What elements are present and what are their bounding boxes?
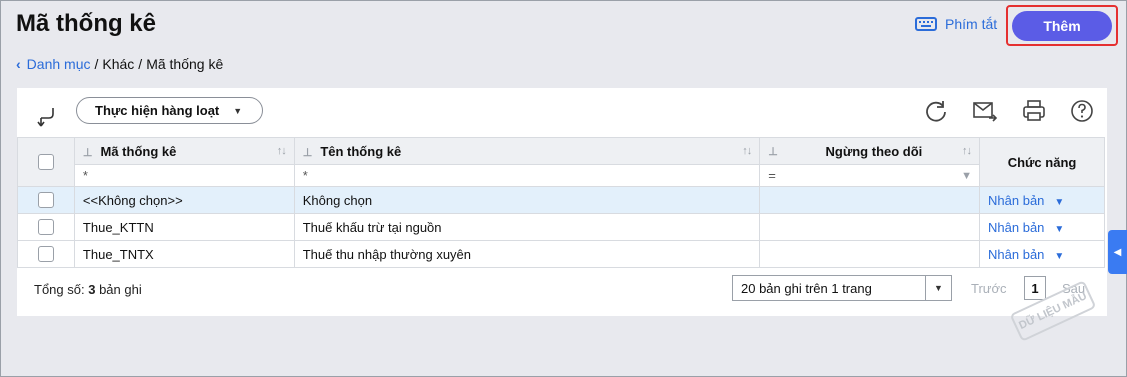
chevron-left-icon[interactable]: ‹ [16,56,21,72]
breadcrumb-separator: / [138,56,143,72]
filter-operator[interactable]: = [768,168,776,183]
column-header-code[interactable]: ⊥ Mã thống kê ↑↓ [73,137,295,165]
filter-operator[interactable]: * [303,168,308,183]
row-checkbox[interactable] [37,246,54,263]
cell-name: Không chọn [293,186,761,214]
batch-action-label: Thực hiện hàng loạt [95,103,220,118]
breadcrumb-middle: Khác [102,56,135,72]
row-action-label: Nhân bản [988,219,1045,235]
arrow-down-left-icon[interactable] [37,106,57,128]
pin-icon[interactable]: ⊥ [303,147,313,159]
sort-icon[interactable]: ↑↓ [962,145,972,157]
breadcrumb-separator: / [94,56,99,72]
cell-inactive [759,213,981,241]
row-action-button[interactable]: Nhân bản ▼ [979,213,1105,241]
column-label-name: Tên thống kê [320,143,402,159]
filter-name[interactable]: * [293,164,761,187]
shortcut-label: Phím tắt [945,16,998,32]
column-header-inactive[interactable]: ⊥ Ngừng theo dõi ↑↓ [759,137,981,165]
page-size-value: 20 bản ghi trên 1 trang [741,280,872,296]
total-count: 3 [88,282,96,297]
select-all-checkbox[interactable] [37,154,54,171]
list-panel: Thực hiện hàng loạt ▼ ⊥ Mã thống kê ↑↓ ⊥… [17,88,1107,316]
keyboard-icon [915,17,937,31]
refresh-icon[interactable] [923,98,949,124]
pin-icon[interactable]: ⊥ [768,145,778,158]
breadcrumb-root-link[interactable]: Danh mục [27,56,91,72]
sort-icon[interactable]: ↑↓ [277,145,287,157]
caret-down-icon[interactable]: ▼ [925,276,951,300]
column-header-name[interactable]: ⊥ Tên thống kê ↑↓ [293,137,761,165]
filter-operator[interactable]: * [83,168,88,183]
data-table: ⊥ Mã thống kê ↑↓ ⊥ Tên thống kê ↑↓ ⊥ Ngừng th… [17,137,1105,268]
row-checkbox[interactable] [37,192,54,209]
help-icon[interactable] [1069,98,1095,124]
table-row[interactable]: Thue_TNTX Thuế thu nhập thường xuyên Nhâ… [17,240,1105,268]
prev-page-button[interactable]: Trước [971,281,1007,296]
breadcrumb-current: Mã thống kê [146,56,224,72]
row-action-label: Nhân bản [988,246,1045,262]
shortcut-link[interactable]: Phím tắt [915,16,997,32]
column-header-actions: Chức năng [979,137,1105,187]
select-all-cell [17,137,75,187]
row-action-label: Nhân bản [988,192,1045,208]
print-icon[interactable] [1021,98,1047,124]
filter-inactive[interactable]: = ▼ [759,164,981,187]
cell-name: Thuế khấu trừ tại nguồn [293,213,761,241]
page-title: Mã thống kê [16,10,157,37]
row-select-cell [17,186,75,214]
row-select-cell [17,240,75,268]
caret-down-icon[interactable]: ▼ [1054,224,1064,235]
cell-inactive [759,240,981,268]
side-panel-toggle[interactable]: ◀ [1108,230,1127,274]
column-label-inactive: Ngừng theo dõi [825,143,923,159]
row-select-cell [17,213,75,241]
cell-code: Thue_TNTX [73,240,295,268]
caret-down-icon[interactable]: ▼ [1054,251,1064,262]
add-button-highlight: Thêm [1006,5,1118,46]
mail-send-icon[interactable] [972,98,998,124]
total-suffix: bản ghi [99,282,142,297]
page-size-select[interactable]: 20 bản ghi trên 1 trang ▼ [732,275,952,301]
total-prefix: Tổng số: [34,282,85,297]
cell-name: Thuế thu nhập thường xuyên [293,240,761,268]
caret-down-icon: ▼ [233,105,243,116]
sort-icon[interactable]: ↑↓ [742,145,752,157]
table-row[interactable]: Thue_KTTN Thuế khấu trừ tại nguồn Nhân b… [17,213,1105,241]
record-total: Tổng số: 3 bản ghi [34,282,142,297]
table-header-row: ⊥ Mã thống kê ↑↓ ⊥ Tên thống kê ↑↓ ⊥ Ngừng th… [17,137,1105,187]
table-row[interactable]: <<Không chọn>> Không chọn Nhân bản ▼ [17,186,1105,214]
caret-left-icon: ◀ [1113,246,1122,258]
column-label-code: Mã thống kê [100,143,177,159]
cell-code: <<Không chọn>> [73,186,295,214]
filter-code[interactable]: * [73,164,295,187]
page-number[interactable]: 1 [1024,276,1046,300]
row-action-button[interactable]: Nhân bản ▼ [979,240,1105,268]
add-button[interactable]: Thêm [1012,10,1112,41]
table-filter-row: * * = ▼ [18,164,1105,187]
caret-down-icon[interactable]: ▼ [961,170,972,182]
breadcrumb: ‹ Danh mục / Khác / Mã thống kê [16,56,223,72]
row-action-button[interactable]: Nhân bản ▼ [979,186,1105,214]
cell-code: Thue_KTTN [73,213,295,241]
batch-action-button[interactable]: Thực hiện hàng loạt ▼ [76,97,263,124]
row-checkbox[interactable] [37,219,54,236]
caret-down-icon[interactable]: ▼ [1054,197,1064,208]
pin-icon[interactable]: ⊥ [83,147,93,159]
cell-inactive [759,186,981,214]
